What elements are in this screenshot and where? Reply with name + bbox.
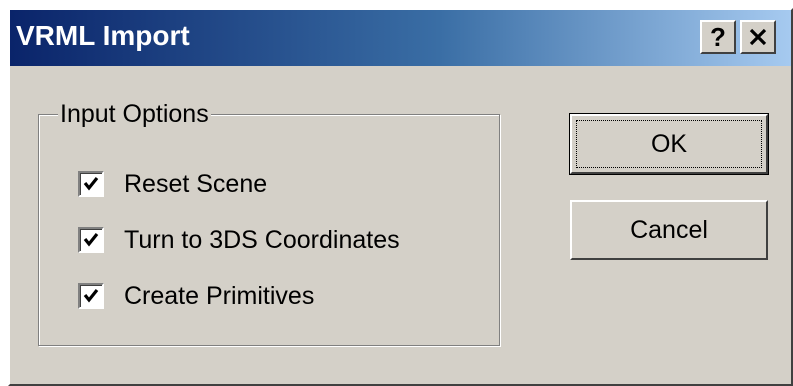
help-button[interactable]: ? [700,20,736,54]
create-primitives-label: Create Primitives [124,281,315,310]
check-mark-icon [83,177,99,191]
title-bar[interactable]: VRML Import ? [10,10,791,66]
create-primitives-checkbox[interactable]: Create Primitives [78,280,314,312]
checkbox-box[interactable] [78,283,104,309]
check-mark-icon [83,289,99,303]
close-button[interactable] [740,20,776,54]
cancel-button-label: Cancel [630,215,708,244]
close-icon [749,28,767,46]
ok-button-label: OK [650,129,688,158]
checkbox-box[interactable] [78,227,104,253]
cancel-button[interactable]: Cancel [570,200,768,260]
checkbox-box[interactable] [78,171,104,197]
check-mark-icon [83,233,99,247]
ok-button[interactable]: OK [569,113,769,175]
turn-to-3ds-coordinates-checkbox[interactable]: Turn to 3DS Coordinates [78,224,400,256]
vrml-import-dialog: VRML Import ? Input Options Reset Scene … [8,8,793,386]
reset-scene-label: Reset Scene [124,169,268,198]
dialog-title: VRML Import [16,20,190,51]
help-icon: ? [710,21,726,52]
turn-to-3ds-coordinates-label: Turn to 3DS Coordinates [124,225,400,254]
reset-scene-checkbox[interactable]: Reset Scene [78,168,267,200]
input-options-label: Input Options [58,100,211,129]
